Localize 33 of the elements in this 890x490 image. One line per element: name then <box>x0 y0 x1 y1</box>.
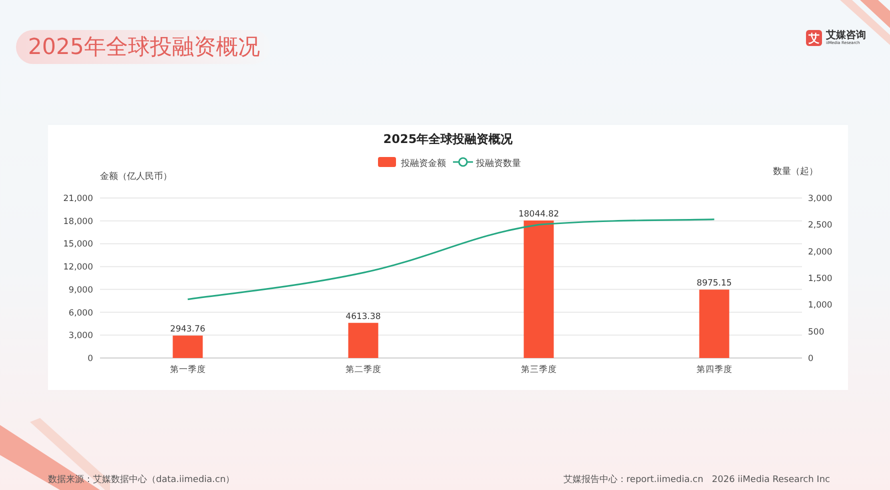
category-label: 第四季度 <box>696 365 732 375</box>
axis-title: 数量（起） <box>773 167 818 177</box>
tick-label: 3,000 <box>808 194 832 204</box>
page-title: 2025年全球投融资概况 <box>28 34 260 62</box>
logo-mark: 艾 <box>806 30 822 46</box>
tick-label: 1,500 <box>808 274 832 284</box>
tick-label: 0 <box>88 354 93 364</box>
value-label: 4613.38 <box>346 312 381 322</box>
axis-title: 金额（亿人民币） <box>100 172 172 182</box>
tick-label: 3,000 <box>68 331 93 342</box>
legend-label: 投融资数量 <box>476 159 521 169</box>
source-note: 数据来源：艾媒数据中心（data.iimedia.cn） <box>48 474 235 486</box>
tick-label: 1,000 <box>808 300 832 311</box>
tick-label: 2,000 <box>808 247 832 258</box>
category-label: 第一季度 <box>170 365 206 375</box>
value-label: 2943.76 <box>170 324 206 335</box>
tick-label: 18,000 <box>63 216 93 227</box>
tick-label: 15,000 <box>63 240 93 250</box>
tick-label: 9,000 <box>68 285 93 296</box>
tick-label: 6,000 <box>68 308 93 318</box>
tick-label: 2,500 <box>808 220 832 231</box>
category-label: 第二季度 <box>345 365 382 375</box>
category-label: 第三季度 <box>520 365 557 375</box>
tick-label: 12,000 <box>63 262 93 273</box>
chart-title: 2025年全球投融资概况 <box>383 132 513 146</box>
tick-label: 500 <box>808 327 824 338</box>
value-label: 18044.82 <box>518 210 560 220</box>
logo-name: 艾媒咨询 <box>826 31 866 41</box>
tick-label: 0 <box>808 354 814 364</box>
tick-label: 21,000 <box>63 194 93 204</box>
value-label: 8975.15 <box>696 278 732 289</box>
report-note: 艾媒报告中心：report.iimedia.cn 2026 iiMedia Research Inc <box>563 474 830 486</box>
legend-label: 投融资金额 <box>401 159 446 169</box>
